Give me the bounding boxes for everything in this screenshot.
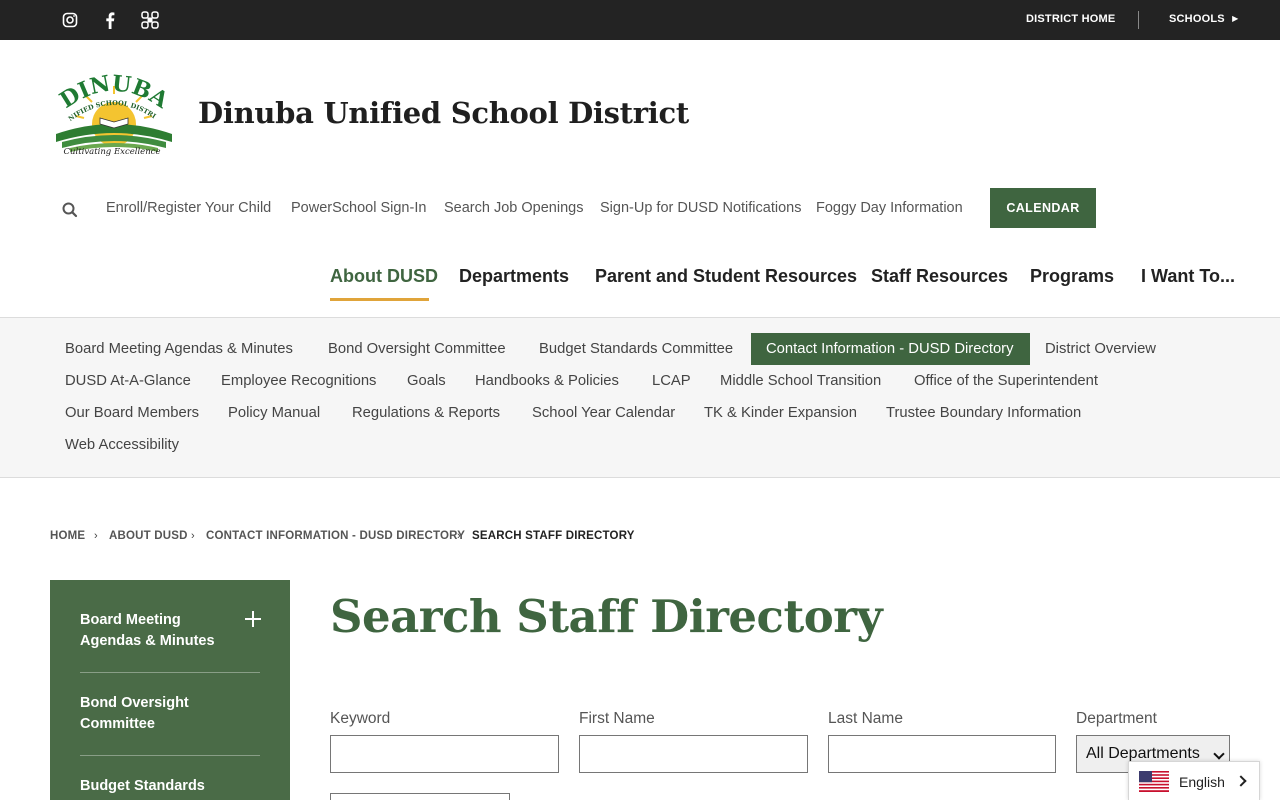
nav-departments[interactable]: Departments [459, 266, 569, 287]
nav-active-underline [330, 298, 429, 301]
subnav-contact-information[interactable]: Contact Information - DUSD Directory [751, 333, 1030, 365]
subnav-superintendent[interactable]: Office of the Superintendent [899, 365, 1113, 397]
nav-i-want-to[interactable]: I Want To... [1141, 266, 1235, 287]
chevron-right-icon: › [191, 530, 195, 542]
subnav-handbooks[interactable]: Handbooks & Policies [460, 365, 634, 397]
subnav-school-year-calendar[interactable]: School Year Calendar [517, 397, 690, 429]
subnav-middle-school-transition[interactable]: Middle School Transition [705, 365, 896, 397]
chevron-right-icon: › [94, 530, 98, 542]
department-label: Department [1076, 710, 1157, 727]
notifications-link[interactable]: Sign-Up for DUSD Notifications [600, 200, 801, 216]
us-flag-icon [1139, 771, 1169, 792]
breadcrumb-about-dusd[interactable]: ABOUT DUSD [109, 530, 188, 542]
logo-tagline: Cultivating Excellence [64, 147, 161, 157]
enroll-link[interactable]: Enroll/Register Your Child [106, 200, 271, 216]
subnav-district-overview[interactable]: District Overview [1030, 333, 1171, 365]
sidebar-divider [80, 755, 260, 756]
schools-label: SCHOOLS [1169, 13, 1225, 25]
subnav-board-meeting[interactable]: Board Meeting Agendas & Minutes [50, 333, 308, 365]
subnav-board-members[interactable]: Our Board Members [50, 397, 214, 429]
subnav-at-a-glance[interactable]: DUSD At-A-Glance [50, 365, 206, 397]
subnav-lcap[interactable]: LCAP [637, 365, 706, 397]
language-selector[interactable]: English [1128, 761, 1260, 800]
sidebar-item-bond-oversight[interactable]: Bond Oversight Committee [80, 693, 230, 735]
sidebar-divider [80, 672, 260, 673]
district-logo[interactable]: DINUBA UNIFIED SCHOOL DISTRICT Cultivati… [45, 66, 180, 162]
subnav-trustee-boundary[interactable]: Trustee Boundary Information [871, 397, 1096, 429]
search-icon[interactable] [61, 201, 79, 219]
breadcrumb-current: SEARCH STAFF DIRECTORY [472, 530, 635, 542]
topbar-divider [1138, 11, 1139, 29]
nav-about-dusd[interactable]: About DUSD [330, 266, 438, 287]
sidebar: Board Meeting Agendas & Minutes Bond Ove… [50, 580, 290, 800]
facebook-icon[interactable] [100, 10, 120, 30]
top-bar: DISTRICT HOME SCHOOLS ▶ [0, 0, 1280, 40]
subnav-bond-oversight[interactable]: Bond Oversight Committee [313, 333, 521, 365]
last-name-input[interactable] [828, 735, 1056, 773]
district-home-link[interactable]: DISTRICT HOME [1026, 13, 1115, 25]
subnav-goals[interactable]: Goals [392, 365, 461, 397]
job-openings-link[interactable]: Search Job Openings [444, 200, 583, 216]
site-title[interactable]: Dinuba Unified School District [198, 96, 689, 130]
app-icon[interactable] [140, 10, 160, 30]
breadcrumb-home[interactable]: HOME [50, 530, 85, 542]
breadcrumb-contact-information[interactable]: CONTACT INFORMATION - DUSD DIRECTORY [206, 530, 465, 542]
sidebar-item-budget-standards[interactable]: Budget Standards [80, 776, 260, 797]
first-name-label: First Name [579, 710, 655, 727]
foggy-day-link[interactable]: Foggy Day Information [816, 200, 963, 216]
nav-staff-resources[interactable]: Staff Resources [871, 266, 1008, 287]
subnav-regulations-reports[interactable]: Regulations & Reports [337, 397, 515, 429]
schools-dropdown[interactable]: SCHOOLS ▶ [1169, 13, 1238, 25]
chevron-right-icon [1235, 775, 1247, 787]
subnav-employee-recognitions[interactable]: Employee Recognitions [206, 365, 391, 397]
instagram-icon[interactable] [60, 10, 80, 30]
calendar-button[interactable]: CALENDAR [990, 188, 1096, 228]
first-name-input[interactable] [579, 735, 808, 773]
additional-field[interactable] [330, 793, 510, 800]
caret-right-icon: ▶ [1232, 14, 1239, 23]
subnav-budget-standards[interactable]: Budget Standards Committee [524, 333, 748, 365]
nav-programs[interactable]: Programs [1030, 266, 1114, 287]
subnav-tk-kinder[interactable]: TK & Kinder Expansion [689, 397, 872, 429]
keyword-label: Keyword [330, 710, 391, 727]
subnav-web-accessibility[interactable]: Web Accessibility [50, 429, 194, 461]
sidebar-item-board-meeting[interactable]: Board Meeting Agendas & Minutes [80, 610, 230, 652]
keyword-input[interactable] [330, 735, 559, 773]
page-title: Search Staff Directory [330, 590, 883, 643]
language-name: English [1179, 774, 1225, 790]
last-name-label: Last Name [828, 710, 903, 727]
powerschool-link[interactable]: PowerSchool Sign-In [291, 200, 426, 216]
chevron-right-icon: › [457, 530, 461, 542]
nav-parent-student-resources[interactable]: Parent and Student Resources [595, 266, 857, 287]
chevron-down-icon [1213, 748, 1225, 760]
sub-navigation: Board Meeting Agendas & Minutes Bond Ove… [0, 317, 1280, 478]
subnav-policy-manual[interactable]: Policy Manual [213, 397, 335, 429]
expand-plus-icon[interactable] [244, 610, 262, 628]
